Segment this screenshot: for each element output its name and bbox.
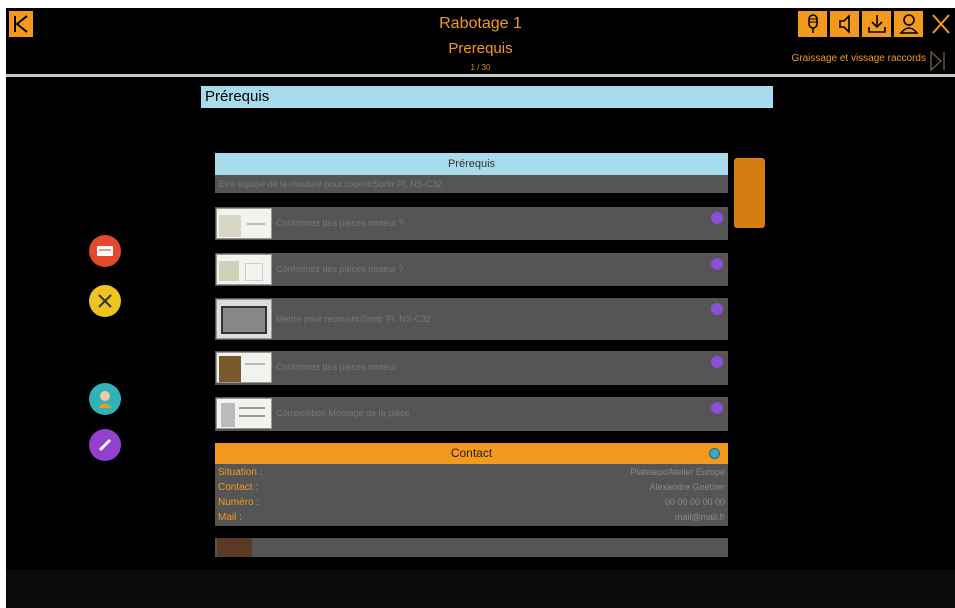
speaker-button[interactable]	[830, 11, 859, 37]
close-button[interactable]	[929, 11, 953, 37]
next-step-label[interactable]: Graissage et vissage raccords	[746, 53, 926, 64]
card-icon	[97, 246, 113, 256]
item-label: Conformez des pièces moteur ?	[276, 264, 404, 274]
person-button[interactable]	[89, 383, 121, 415]
contact-key: Mail :	[218, 512, 242, 523]
user-icon	[898, 14, 919, 34]
info-badge-icon[interactable]	[711, 356, 723, 368]
header-divider	[6, 74, 955, 77]
microphone-button[interactable]	[798, 11, 827, 37]
item-label: Conformez des pièces moteur ?	[276, 218, 404, 228]
prerequis-description: Etre équipé de la moulure pour rouvrir/S…	[215, 175, 728, 193]
person-icon	[98, 391, 112, 408]
tools-icon	[98, 294, 112, 308]
list-item[interactable]: Conformez des pièces moteur	[215, 351, 728, 385]
info-badge-icon[interactable]	[711, 212, 723, 224]
pencil-button[interactable]	[89, 429, 121, 461]
item-thumbnail	[217, 538, 252, 557]
info-badge-icon[interactable]	[711, 303, 723, 315]
microphone-icon	[807, 14, 818, 33]
close-icon	[932, 14, 950, 34]
list-item[interactable]: Conformez des pièces moteur ?	[215, 207, 728, 240]
next-arrow-icon	[930, 50, 945, 72]
footer-bar	[6, 570, 955, 608]
contact-row-mail: Mail : mail@mail.fr	[215, 511, 728, 525]
scrollbar-thumb[interactable]	[734, 158, 765, 228]
contact-row-numero: Numéro : 00 00 00 00 00	[215, 496, 728, 510]
contact-value: Alexandre Goetner	[649, 482, 725, 492]
list-item[interactable]	[215, 538, 728, 557]
item-label: Mettre pour recouvrir/Sortir Pl. NS-C32	[276, 314, 432, 324]
contact-heading: Contact	[215, 443, 728, 464]
app-window: Rabotage 1 Prerequis 1 / 30 Graissage et…	[6, 8, 955, 608]
list-item[interactable]: Composition Montage de la pièce	[215, 397, 728, 431]
list-item[interactable]: Mettre pour recouvrir/Sortir Pl. NS-C32	[215, 298, 728, 340]
contact-key: Numéro :	[218, 497, 260, 508]
prerequis-heading: Prérequis	[215, 153, 728, 175]
prerequis-block: Prérequis Etre équipé de la moulure pour…	[215, 153, 728, 193]
contact-row-situation: Situation : Plateaux/Atelier Europe	[215, 466, 728, 480]
item-thumbnail	[216, 299, 272, 339]
item-thumbnail	[216, 398, 272, 429]
contact-panel: Situation : Plateaux/Atelier Europe Cont…	[215, 464, 728, 526]
contact-toggle-icon[interactable]	[709, 448, 720, 459]
download-icon	[867, 15, 886, 33]
speaker-icon	[838, 14, 850, 34]
card-button[interactable]	[89, 235, 121, 267]
info-badge-icon[interactable]	[711, 402, 723, 414]
item-thumbnail	[216, 254, 272, 285]
contact-value: Plateaux/Atelier Europe	[630, 467, 725, 477]
header-bar: Rabotage 1 Prerequis 1 / 30 Graissage et…	[6, 8, 955, 74]
item-thumbnail	[216, 352, 272, 383]
tools-button[interactable]	[89, 285, 121, 317]
item-thumbnail	[216, 208, 272, 239]
pencil-icon	[98, 438, 112, 452]
contact-value[interactable]: mail@mail.fr	[675, 512, 725, 522]
list-item[interactable]: Conformez des pièces moteur ?	[215, 253, 728, 286]
contact-key: Contact :	[218, 482, 259, 493]
contact-key: Situation :	[218, 467, 263, 478]
section-title: Prérequis	[201, 86, 773, 108]
download-button[interactable]	[862, 11, 891, 37]
contact-value: 00 00 00 00 00	[664, 497, 725, 507]
item-label: Conformez des pièces moteur	[276, 362, 397, 372]
next-button[interactable]	[928, 48, 950, 74]
user-button[interactable]	[894, 11, 923, 37]
page-counter: 1 / 30	[470, 63, 491, 72]
info-badge-icon[interactable]	[711, 258, 723, 270]
contact-row-contact: Contact : Alexandre Goetner	[215, 481, 728, 495]
item-label: Composition Montage de la pièce	[276, 408, 410, 418]
